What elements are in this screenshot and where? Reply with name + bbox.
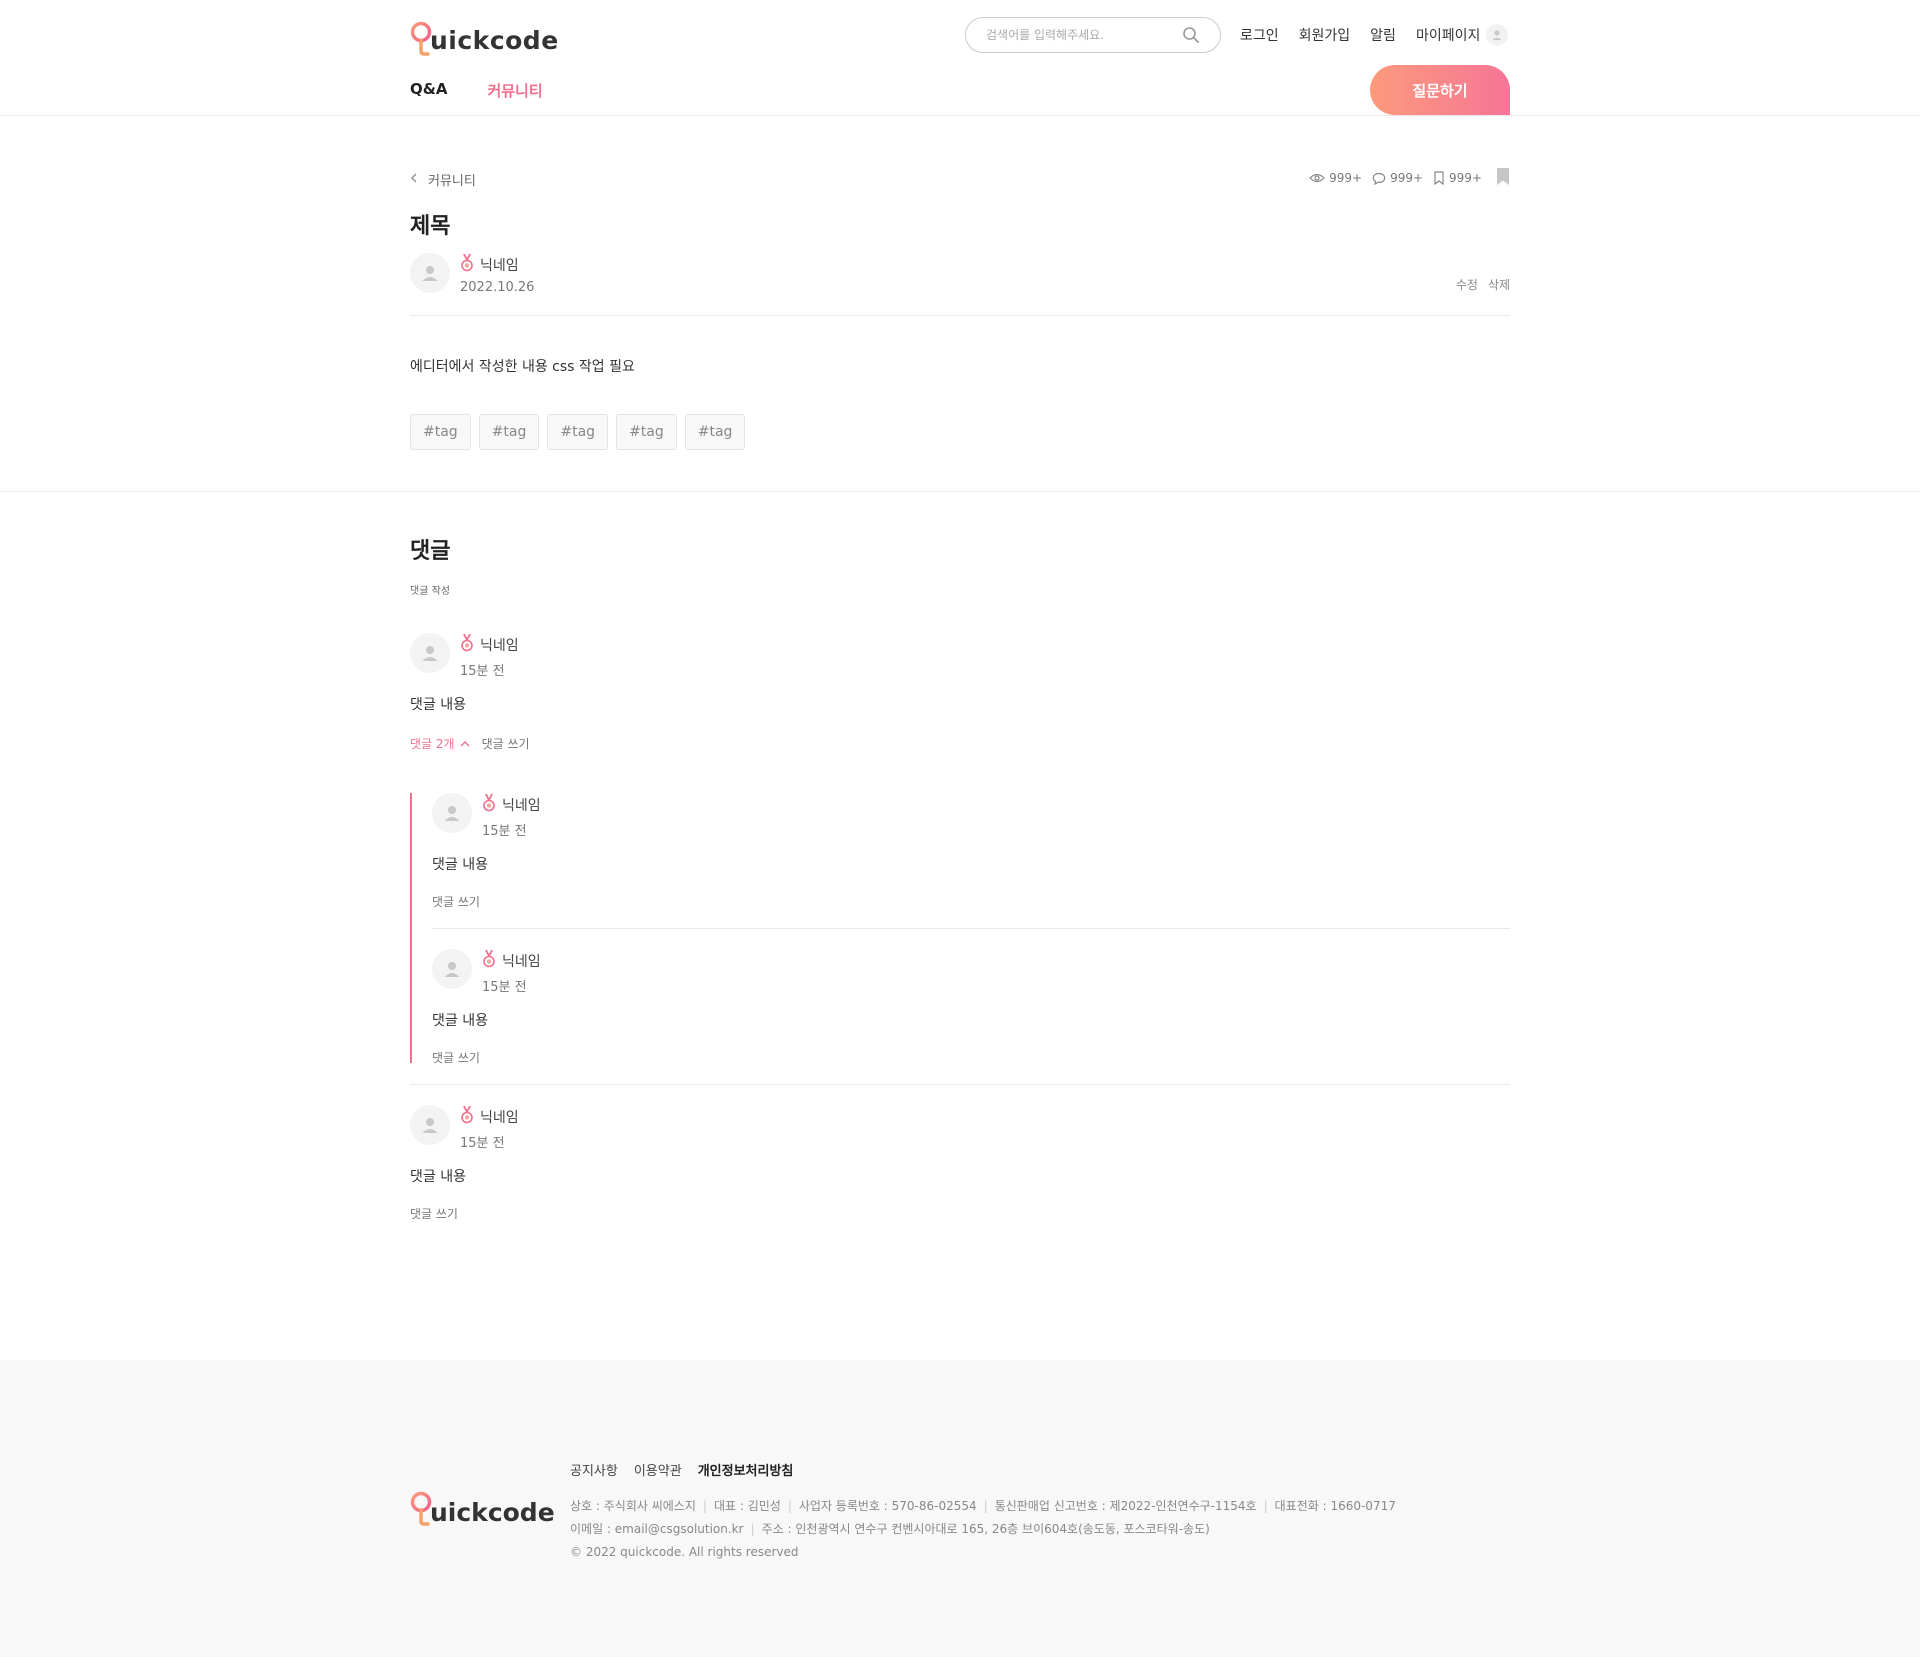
- footer-links: 공지사항 이용약관 개인정보처리방침: [570, 1460, 809, 1479]
- comment-meta: 댓글 2개 댓글 쓰기: [410, 735, 530, 752]
- avatar[interactable]: [410, 1105, 450, 1145]
- chevron-up-icon: [460, 741, 470, 747]
- reply-time: 15분 전: [482, 980, 527, 995]
- write-reply-link[interactable]: 댓글 쓰기: [432, 1049, 480, 1066]
- reply-nickname[interactable]: 닉네임: [502, 951, 541, 971]
- avatar[interactable]: [432, 793, 472, 833]
- comment-meta: 댓글 쓰기: [410, 1205, 458, 1222]
- footer-logo[interactable]: uickcode: [410, 1490, 555, 1528]
- medal-icon: [482, 794, 496, 816]
- site-footer: uickcode 공지사항 이용약관 개인정보처리방침 상호 : 주식회사 씨에…: [0, 1360, 1920, 1657]
- medal-icon: [482, 950, 496, 972]
- comment-body: 댓글 내용: [410, 697, 466, 713]
- reply-toggle[interactable]: 댓글 2개: [410, 735, 470, 752]
- reply-meta: 댓글 쓰기: [432, 893, 480, 910]
- privacy-link[interactable]: 개인정보처리방침: [698, 1460, 794, 1479]
- notice-link[interactable]: 공지사항: [570, 1460, 618, 1479]
- company-info-line: 이메일 : email@csgsolution.kr | 주소 : 인천광역시 연수…: [570, 1522, 1210, 1536]
- reply-nickname[interactable]: 닉네임: [502, 795, 541, 815]
- reply-body: 댓글 내용: [432, 857, 488, 873]
- comment-author: 닉네임 15분 전: [410, 1105, 519, 1151]
- reply-time: 15분 전: [482, 824, 527, 839]
- comment-author: 닉네임 15분 전: [410, 633, 519, 679]
- company-info: 상호 : 주식회사 씨에스지 | 대표 : 김민성 | 사업자 등록번호 : 570-8…: [570, 1495, 1396, 1564]
- comment-body: 댓글 내용: [410, 1169, 466, 1185]
- divider: [410, 1084, 1510, 1085]
- comment-nickname[interactable]: 닉네임: [480, 635, 519, 655]
- footer-logo-text: uickcode: [430, 1498, 555, 1527]
- comments-section: 댓글 댓글 작성 닉네임 15분 전 댓글 내용 댓글 2개 댓글 쓰기 닉네임…: [410, 0, 1510, 1360]
- avatar[interactable]: [410, 633, 450, 673]
- copyright: © 2022 quickcode. All rights reserved: [570, 1545, 799, 1559]
- write-reply-link[interactable]: 댓글 쓰기: [410, 1205, 458, 1222]
- write-reply-link[interactable]: 댓글 쓰기: [482, 735, 530, 752]
- comments-title: 댓글: [410, 539, 451, 564]
- reply-thread-bar: [410, 793, 412, 1063]
- terms-link[interactable]: 이용약관: [634, 1460, 682, 1479]
- divider: [432, 928, 1510, 929]
- reply-meta: 댓글 쓰기: [432, 1049, 480, 1066]
- write-reply-link[interactable]: 댓글 쓰기: [432, 893, 480, 910]
- write-comment-link[interactable]: 댓글 작성: [410, 582, 450, 597]
- comment-time: 15분 전: [460, 1136, 505, 1151]
- comment-time: 15분 전: [460, 664, 505, 679]
- reply-author: 닉네임 15분 전: [432, 793, 541, 839]
- medal-icon: [460, 634, 474, 656]
- medal-icon: [460, 1106, 474, 1128]
- comment-nickname[interactable]: 닉네임: [480, 1107, 519, 1127]
- avatar[interactable]: [432, 949, 472, 989]
- reply-author: 닉네임 15분 전: [432, 949, 541, 995]
- reply-body: 댓글 내용: [432, 1013, 488, 1029]
- company-info-line: 상호 : 주식회사 씨에스지 | 대표 : 김민성 | 사업자 등록번호 : 570-8…: [570, 1499, 1396, 1513]
